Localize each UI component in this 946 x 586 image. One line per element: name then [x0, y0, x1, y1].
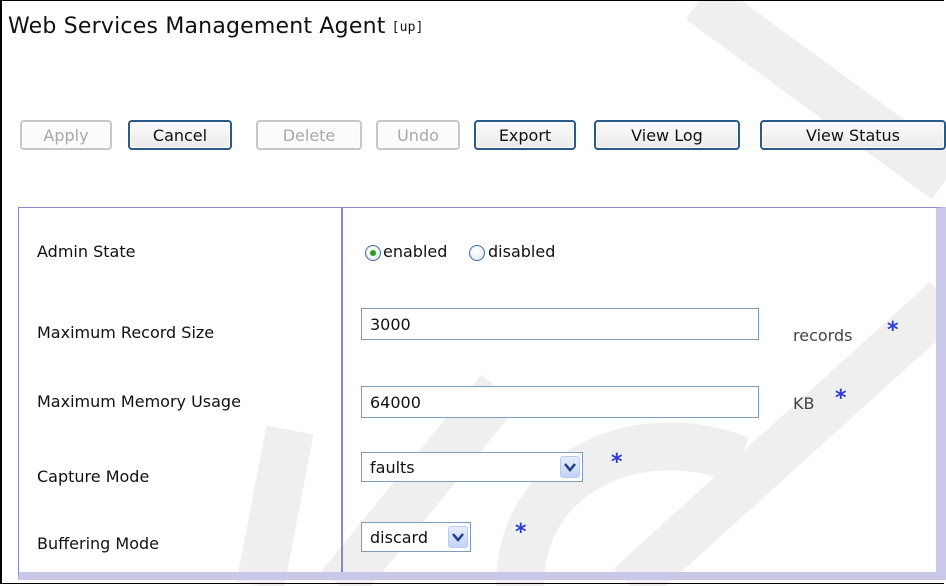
required-marker: *: [515, 520, 527, 545]
export-button[interactable]: Export: [474, 120, 576, 150]
admin-state-enabled-radio[interactable]: [365, 245, 381, 261]
max-record-size-label: Maximum Record Size: [37, 323, 215, 342]
chevron-down-icon[interactable]: [448, 526, 468, 548]
max-memory-usage-unit: KB: [793, 394, 815, 413]
settings-panel: Admin State enabled disabled Maximum Rec…: [18, 207, 946, 580]
cancel-button[interactable]: Cancel: [128, 120, 232, 150]
delete-button[interactable]: Delete: [256, 120, 362, 150]
buffering-mode-label: Buffering Mode: [37, 534, 159, 553]
max-memory-usage-label: Maximum Memory Usage: [37, 392, 241, 411]
view-log-button[interactable]: View Log: [594, 120, 740, 150]
buffering-mode-select[interactable]: discard: [361, 522, 471, 552]
admin-state-disabled-radio[interactable]: [469, 245, 485, 261]
radio-selected-dot: [370, 250, 376, 256]
chevron-down-icon[interactable]: [560, 456, 580, 478]
view-status-button[interactable]: View Status: [760, 120, 946, 150]
capture-mode-select[interactable]: faults: [361, 452, 583, 482]
admin-state-disabled-label[interactable]: disabled: [488, 242, 555, 261]
max-record-size-unit: records: [793, 326, 853, 345]
capture-mode-label: Capture Mode: [37, 467, 150, 486]
admin-state-enabled-label[interactable]: enabled: [383, 242, 447, 261]
required-marker: *: [887, 318, 899, 343]
required-marker: *: [611, 450, 623, 475]
page-title: Web Services Management Agent [up]: [8, 14, 424, 39]
status-badge: [up]: [391, 20, 424, 35]
apply-button[interactable]: Apply: [20, 120, 112, 150]
max-memory-usage-input[interactable]: [361, 386, 759, 418]
buffering-mode-value: discard: [370, 528, 428, 547]
page-title-text: Web Services Management Agent: [8, 14, 386, 39]
required-marker: *: [835, 386, 847, 411]
column-divider: [341, 208, 343, 572]
capture-mode-value: faults: [370, 458, 415, 477]
max-record-size-input[interactable]: [361, 308, 759, 340]
undo-button[interactable]: Undo: [376, 120, 460, 150]
admin-state-label: Admin State: [37, 242, 136, 261]
